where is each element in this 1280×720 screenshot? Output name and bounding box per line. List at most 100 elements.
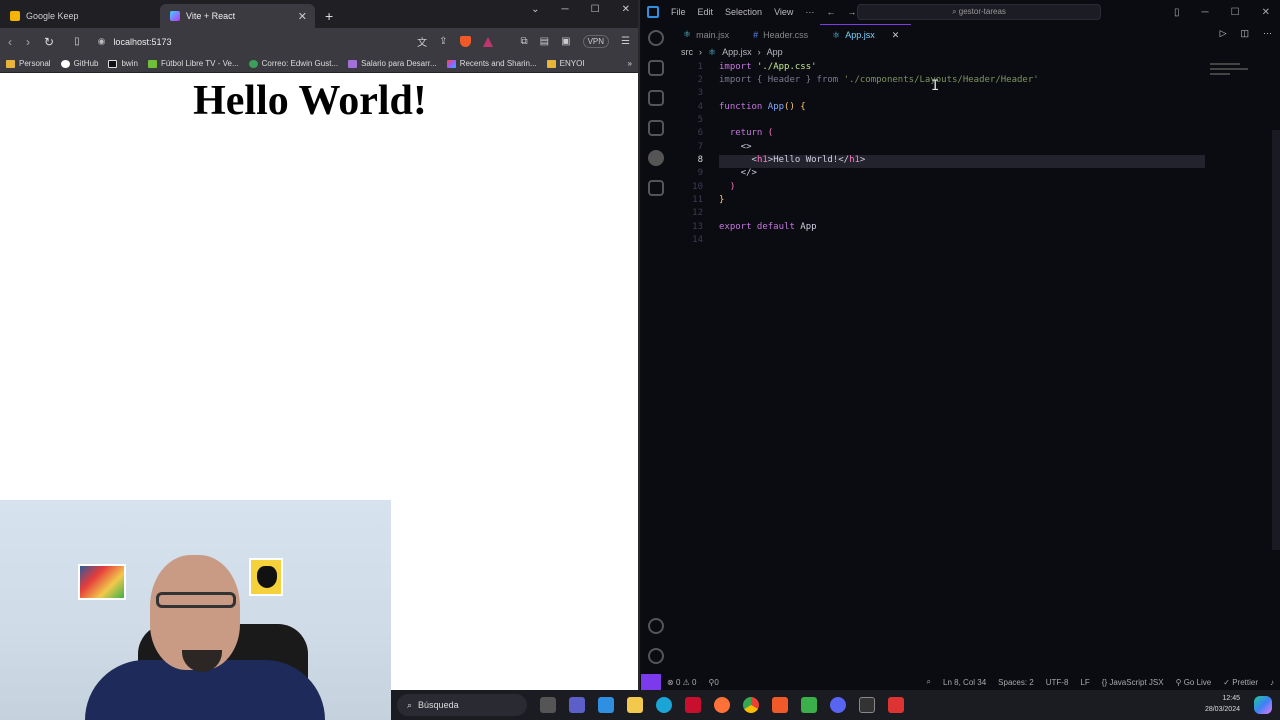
address-bar[interactable]: ▯ ◉ localhost:5173: [68, 32, 403, 52]
site-info-icon[interactable]: ◉: [98, 36, 106, 47]
task-view-icon[interactable]: [540, 697, 556, 713]
prettier-button[interactable]: ✓ Prettier: [1223, 678, 1258, 687]
language-mode[interactable]: {} JavaScript JSX: [1102, 678, 1164, 687]
tab-header-css[interactable]: # Header.css: [741, 24, 820, 45]
tab-main-jsx[interactable]: ⚛ main.jsx: [671, 24, 741, 45]
folder-icon: [6, 59, 15, 68]
run-icon[interactable]: ▷: [1212, 24, 1235, 45]
terminal-icon[interactable]: [859, 697, 875, 713]
menu-more[interactable]: ···: [805, 7, 814, 17]
new-tab-button[interactable]: +: [315, 4, 343, 28]
minimize-button[interactable]: ─: [562, 4, 569, 15]
bookmark-item[interactable]: Fútbol Libre TV - Ve...: [147, 59, 239, 68]
firefox-icon[interactable]: [714, 697, 730, 713]
bookmark-item[interactable]: Recents and Sharin...: [446, 59, 537, 68]
breadcrumb-item[interactable]: App: [767, 47, 783, 58]
maximize-button[interactable]: ☐: [1231, 7, 1240, 18]
menu-icon[interactable]: ☰: [621, 36, 630, 47]
go-live-button[interactable]: ⚲ Go Live: [1176, 678, 1212, 687]
vpn-button[interactable]: VPN: [582, 35, 610, 48]
bookmark-item[interactable]: Salario para Desarr...: [348, 59, 437, 68]
breadcrumb: src › ⚛ App.jsx › App: [681, 47, 783, 58]
wallet-icon[interactable]: ▣: [561, 36, 570, 47]
search-icon[interactable]: [648, 30, 664, 46]
breadcrumb-item[interactable]: App.jsx: [722, 47, 752, 58]
settings-gear-icon[interactable]: [648, 648, 664, 664]
file-explorer-icon[interactable]: [627, 697, 643, 713]
bookmark-icon[interactable]: ▯: [74, 36, 80, 47]
brave-icon[interactable]: [772, 697, 788, 713]
menu-file[interactable]: File: [671, 7, 686, 17]
extensions-icon[interactable]: ⧉: [521, 36, 528, 47]
cursor-position[interactable]: Ln 8, Col 34: [943, 678, 986, 687]
tab-app-jsx[interactable]: ⚛ App.jsx ✕: [820, 24, 912, 45]
close-tab-icon[interactable]: ✕: [298, 10, 307, 23]
language-label: JavaScript JSX: [1109, 677, 1164, 687]
url-text[interactable]: localhost:5173: [113, 37, 171, 47]
encoding[interactable]: UTF-8: [1046, 678, 1069, 687]
remote-indicator[interactable]: [641, 674, 661, 690]
share-icon[interactable]: ⇪: [439, 36, 447, 47]
chrome-icon[interactable]: [743, 697, 759, 713]
indentation[interactable]: Spaces: 2: [998, 678, 1034, 687]
menu-edit[interactable]: Edit: [698, 7, 714, 17]
tab-vite-react[interactable]: Vite + React ✕: [160, 4, 315, 28]
vscode-icon[interactable]: [598, 697, 614, 713]
tab-search-icon[interactable]: ⌄: [531, 4, 539, 15]
minimap[interactable]: [1210, 60, 1250, 90]
edge-icon[interactable]: [656, 697, 672, 713]
bookmark-item[interactable]: bwin: [108, 59, 138, 68]
ports-icon[interactable]: ⚲0: [708, 678, 718, 687]
brave-shields-icon[interactable]: [459, 36, 471, 47]
translate-icon[interactable]: 文: [417, 34, 427, 49]
teams-icon[interactable]: [569, 697, 585, 713]
nav-back-icon[interactable]: ←: [826, 7, 835, 17]
extensions-icon[interactable]: [648, 180, 664, 196]
bookmark-item[interactable]: ENYOI: [546, 59, 585, 68]
line-number: 10: [692, 182, 703, 192]
zoom-icon[interactable]: ⌕: [927, 677, 931, 687]
code-editor[interactable]: 1 2 3 4 5 6 7 8 9 10 11 12 13 14 import …: [671, 60, 1280, 660]
taskbar-search[interactable]: ⌕ Búsqueda: [397, 694, 527, 716]
discord-icon[interactable]: [830, 697, 846, 713]
layout-icon[interactable]: ▯: [1174, 7, 1180, 18]
recorder-icon[interactable]: [888, 697, 904, 713]
reload-icon[interactable]: ↻: [44, 35, 54, 49]
nav-forward-icon[interactable]: →: [847, 7, 856, 17]
end-of-line[interactable]: LF: [1080, 678, 1089, 687]
more-actions-icon[interactable]: ···: [1255, 24, 1280, 45]
bookmark-item[interactable]: Personal: [6, 59, 51, 68]
forward-icon[interactable]: ›: [26, 35, 30, 49]
mcafee-icon[interactable]: [685, 697, 701, 713]
close-window-button[interactable]: ✕: [622, 4, 630, 15]
copilot-icon[interactable]: [648, 150, 664, 166]
remote-explorer-icon[interactable]: [648, 120, 664, 136]
bookmark-item[interactable]: Correo: Edwin Gust...: [248, 59, 338, 68]
source-control-icon[interactable]: [648, 60, 664, 76]
search-label: Búsqueda: [418, 700, 459, 710]
bookmark-item[interactable]: GitHub: [60, 59, 98, 68]
breadcrumb-item[interactable]: src: [681, 47, 693, 58]
back-icon[interactable]: ‹: [8, 35, 12, 49]
close-window-button[interactable]: ✕: [1262, 7, 1270, 18]
notifications-bell-icon[interactable]: ♪: [1270, 678, 1274, 687]
split-editor-icon[interactable]: ◫: [1234, 24, 1255, 45]
menu-selection[interactable]: Selection: [725, 7, 762, 17]
errors-icon[interactable]: ⊗ 0 ⚠ 0: [667, 678, 696, 687]
window-controls: ⌄ ─ ☐ ✕: [531, 4, 630, 15]
run-debug-icon[interactable]: [648, 90, 664, 106]
maximize-button[interactable]: ☐: [591, 4, 600, 15]
close-tab-icon[interactable]: ✕: [892, 30, 900, 41]
tab-google-keep[interactable]: Google Keep: [0, 4, 160, 28]
minimize-button[interactable]: ─: [1202, 7, 1209, 18]
system-clock[interactable]: 12:45 28/03/2024: [1205, 693, 1240, 715]
more-bookmarks-icon[interactable]: »: [628, 59, 632, 68]
brave-rewards-icon[interactable]: [482, 36, 493, 47]
camtasia-icon[interactable]: [801, 697, 817, 713]
menu-view[interactable]: View: [774, 7, 793, 17]
editor-scrollbar[interactable]: [1272, 130, 1280, 550]
copilot-icon[interactable]: [1254, 696, 1272, 714]
account-icon[interactable]: [648, 618, 664, 634]
sidebar-icon[interactable]: ▤: [540, 36, 549, 47]
command-center-search[interactable]: ⌕ gestor-tareas: [857, 4, 1101, 20]
